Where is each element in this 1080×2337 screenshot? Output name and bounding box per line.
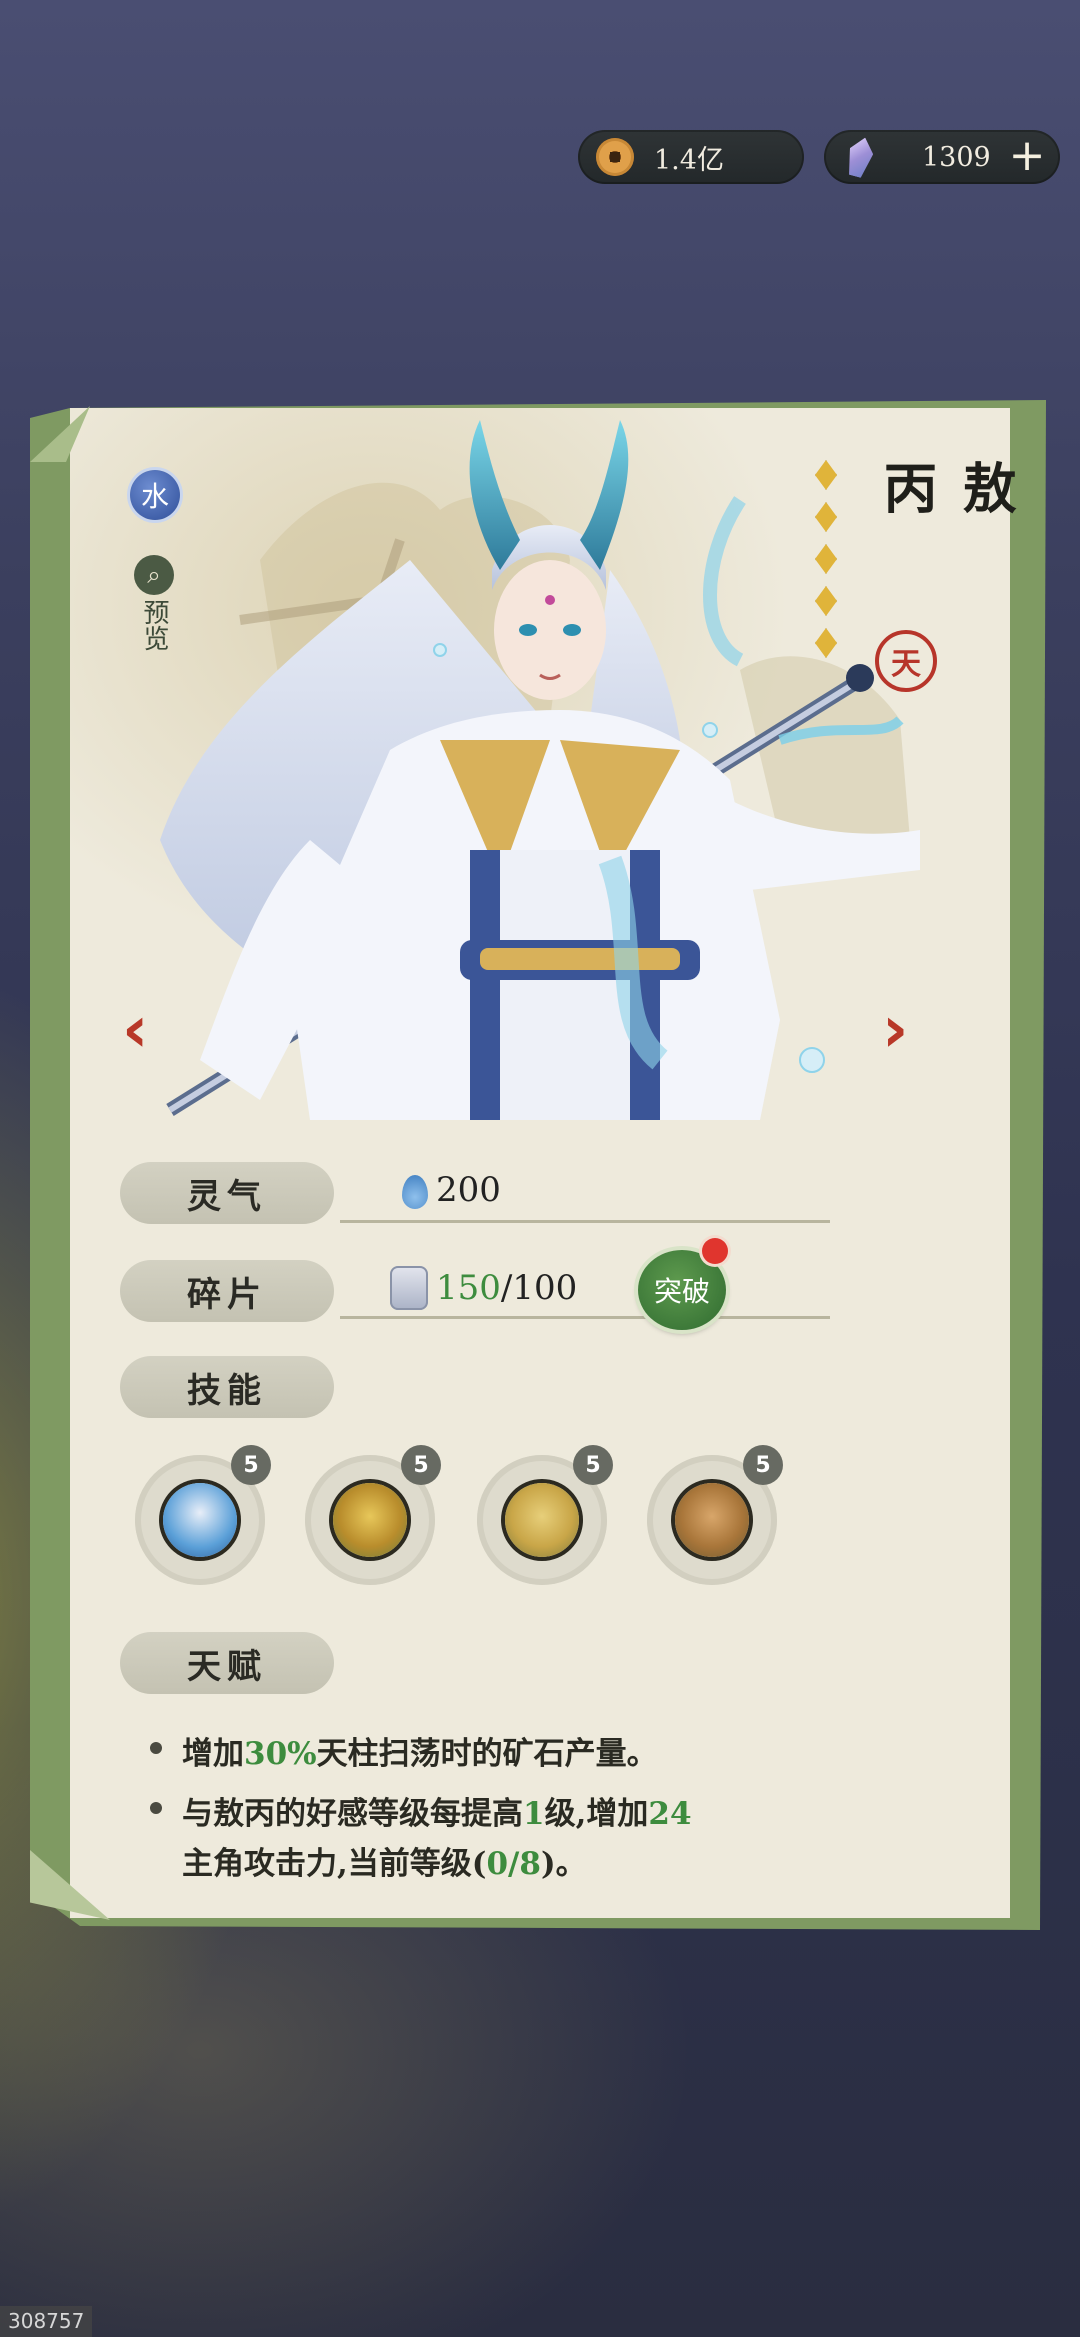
star-icon (815, 502, 837, 532)
talent-text: 天柱扫荡时的矿石产量。 (316, 1736, 658, 1772)
next-hero-arrow-icon[interactable]: › (882, 998, 922, 1062)
coin-amount: 1.4亿 (654, 144, 724, 176)
star-rating (815, 460, 837, 670)
skill-level-badge: 5 (401, 1445, 441, 1485)
spirit-value: 200 (436, 1170, 501, 1210)
talent-text: 增加 (182, 1736, 244, 1772)
hero-portrait-icon (163, 1483, 237, 1557)
star-icon (815, 586, 837, 616)
fragment-owned: 150 (436, 1268, 501, 1308)
talent-description-3: 主角攻击力,当前等级(0/8)。 (182, 1840, 587, 1888)
ground-pick-icon (505, 1483, 579, 1557)
talent-text: 级,增加 (544, 1796, 649, 1832)
star-icon (815, 628, 837, 658)
coin-balance: 1.4亿 (578, 130, 804, 184)
bullet-point (150, 1742, 162, 1754)
preview-label: 预览 (139, 599, 169, 651)
talent-text: 与敖丙的好感等级每提高 (182, 1796, 523, 1832)
crystal-gem-icon (843, 135, 877, 180)
talent-description-2: 与敖丙的好感等级每提高1级,增加24 (182, 1790, 692, 1838)
star-icon (815, 460, 837, 490)
skill-level-badge: 5 (743, 1445, 783, 1485)
skill-slot-3[interactable]: 5 (477, 1445, 613, 1585)
spirit-label: 灵气 (120, 1162, 334, 1224)
divider-line (340, 1220, 830, 1223)
skill-slot-2[interactable]: 5 (305, 1445, 441, 1585)
magnify-preview-icon: ⌕ (134, 555, 174, 595)
scroll-bucket-icon (675, 1483, 749, 1557)
notification-dot (702, 1238, 728, 1264)
talent-highlight: 0/8 (486, 1846, 541, 1882)
skill-level-badge: 5 (573, 1445, 613, 1485)
add-gems-button[interactable]: + (1008, 134, 1046, 178)
talent-text: )。 (540, 1846, 587, 1882)
talent-text: 主角攻击力,当前等级( (182, 1846, 487, 1882)
talent-label: 天赋 (120, 1632, 334, 1694)
spirit-drop-icon (402, 1175, 428, 1209)
star-icon (815, 544, 837, 574)
skill-slot-1[interactable]: 5 (135, 1445, 271, 1585)
build-id-label: 308757 (0, 2306, 93, 2337)
previous-hero-arrow-icon[interactable]: ‹ (122, 998, 162, 1062)
gem-amount: 1309 (922, 141, 991, 173)
fragment-label: 碎片 (120, 1260, 334, 1322)
gem-balance: 1309 + (824, 130, 1060, 184)
fragment-required: /100 (500, 1268, 578, 1308)
golden-altar-icon (333, 1483, 407, 1557)
divider-line (340, 1316, 830, 1319)
hero-name: 敖丙 (874, 460, 1017, 518)
skills-label: 技能 (120, 1356, 334, 1418)
skill-slot-4[interactable]: 5 (647, 1445, 783, 1585)
talent-highlight: 1 (523, 1796, 545, 1832)
talent-highlight: 30% (244, 1736, 317, 1772)
skill-level-badge: 5 (231, 1445, 271, 1485)
copper-coin-icon (596, 138, 634, 176)
fragment-count: 150/100 (436, 1268, 577, 1308)
fragment-portrait-icon (390, 1266, 428, 1310)
preview-button[interactable]: ⌕ 预览 (128, 555, 180, 651)
talent-highlight: 24 (648, 1796, 692, 1832)
bullet-point (150, 1802, 162, 1814)
talent-description-1: 增加30%天柱扫荡时的矿石产量。 (182, 1730, 658, 1778)
rank-seal-badge: 天 (875, 630, 937, 692)
water-element-badge: 水 (130, 470, 180, 520)
